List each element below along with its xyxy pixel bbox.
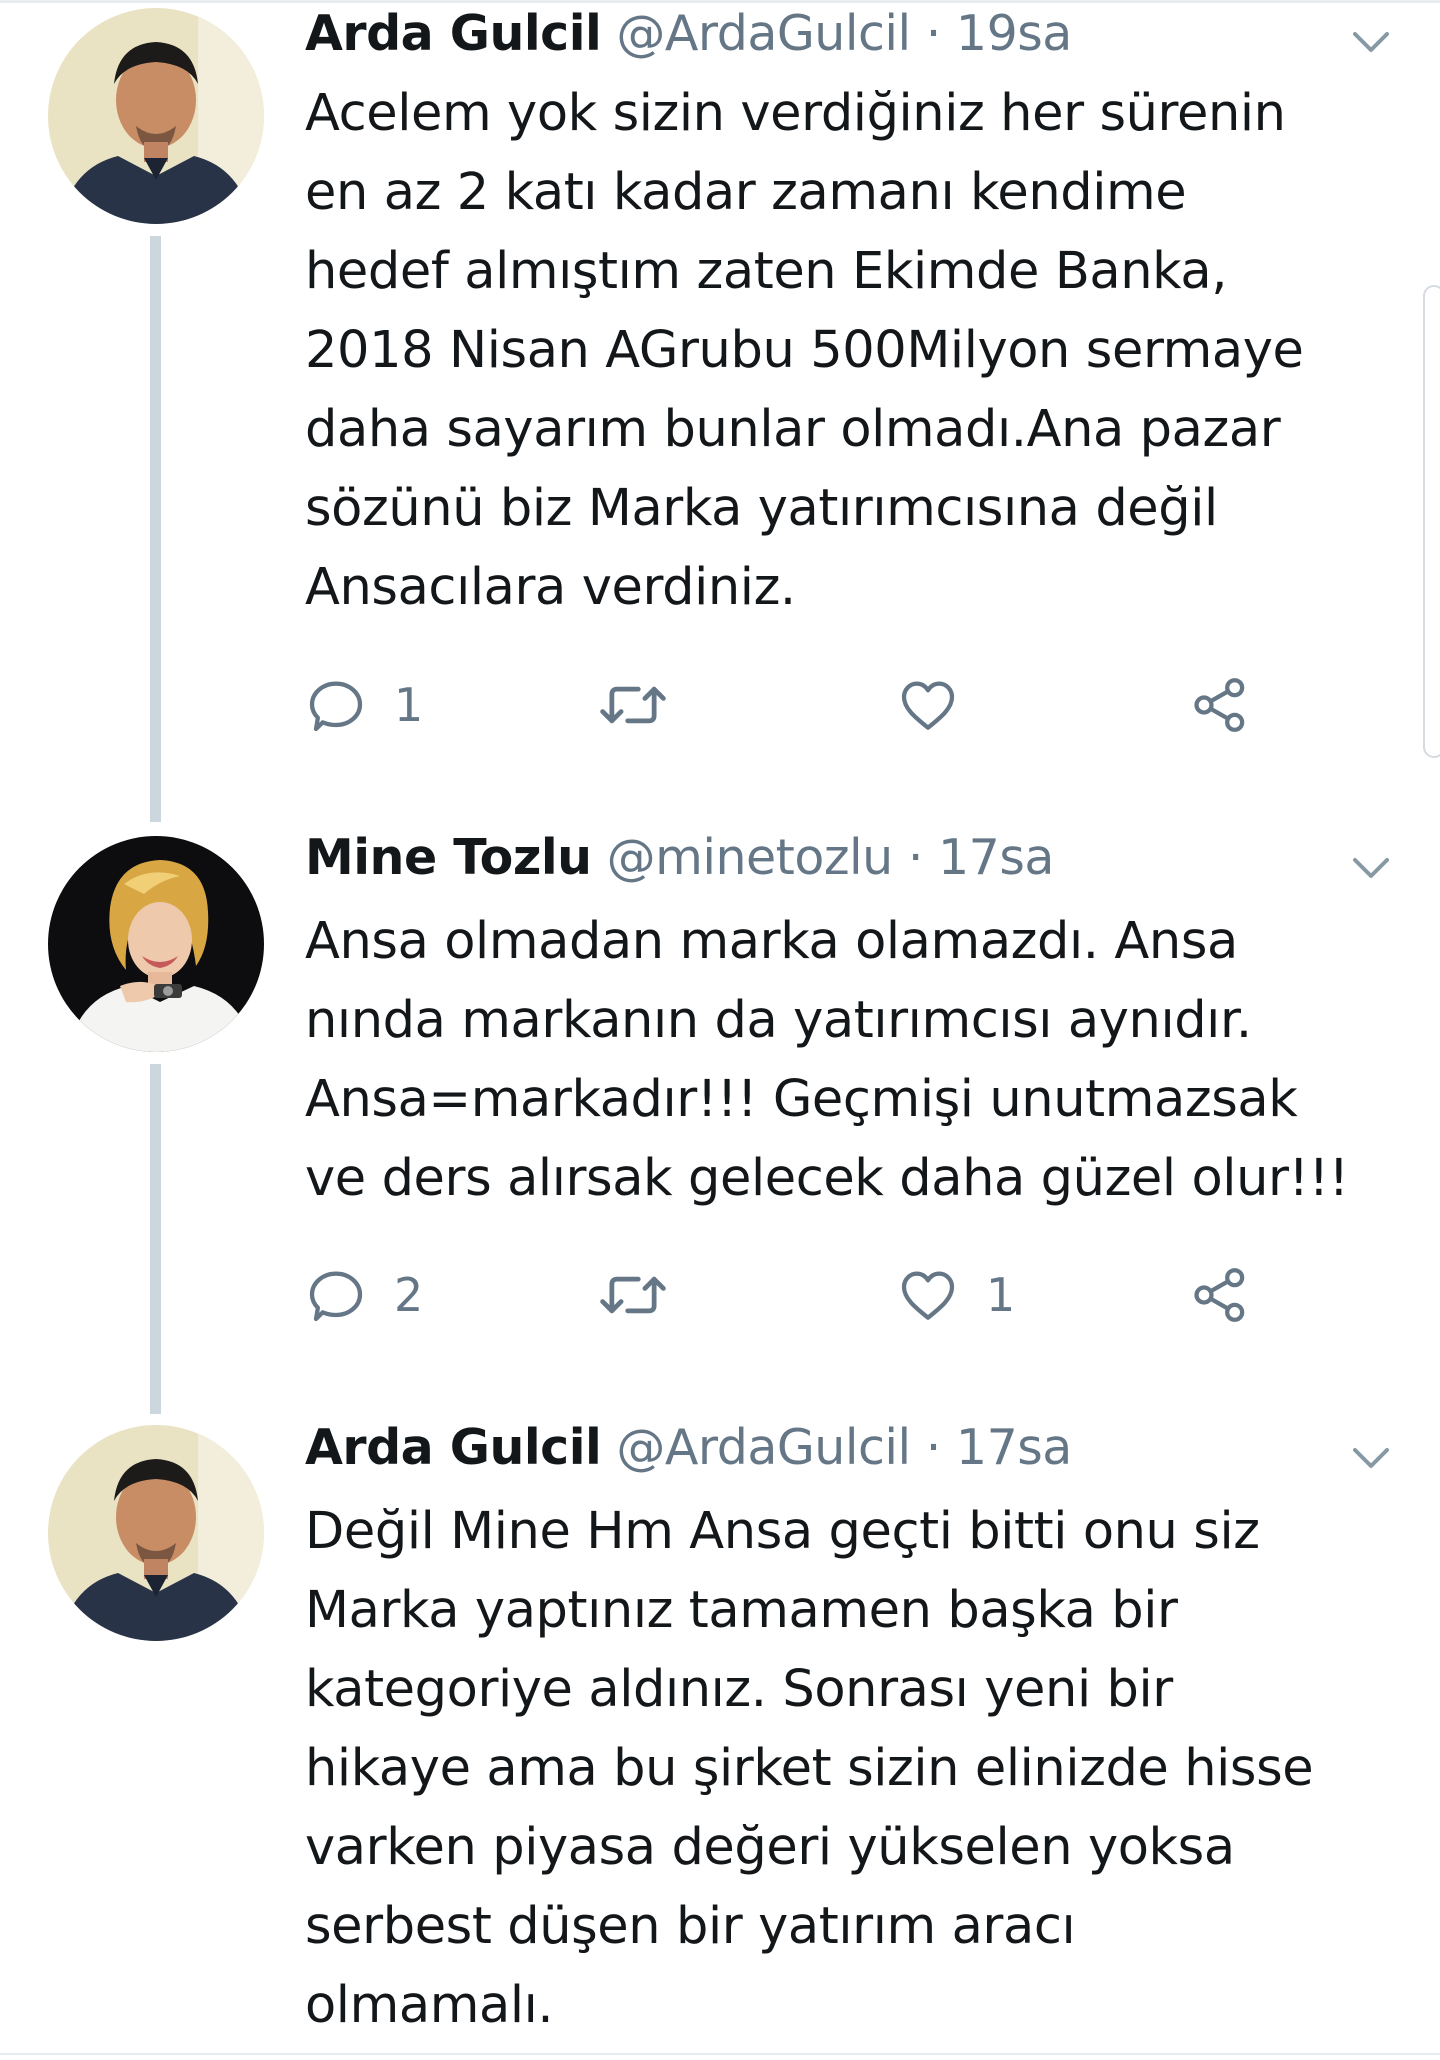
- like-count: 1: [986, 1268, 1016, 1322]
- tweet-text-line: hikaye ama bu şirket sizin elinizde hiss…: [305, 1739, 1314, 1798]
- retweet-icon: [600, 686, 666, 724]
- like-button[interactable]: [896, 670, 986, 740]
- more-options-button[interactable]: [1351, 28, 1391, 56]
- heart-icon: [901, 1271, 955, 1320]
- share-icon: [1194, 1268, 1245, 1322]
- tweet-text-line: daha sayarım bunlar olmadı.Ana pazar: [305, 400, 1281, 459]
- header-separator: ·: [925, 1419, 942, 1476]
- tweet-timestamp[interactable]: 17sa: [938, 829, 1054, 886]
- tweet-timestamp[interactable]: 19sa: [956, 5, 1072, 62]
- tweet-actions: 2 1: [0, 1260, 1440, 1330]
- tweet-text-line: Marka yaptınız tamamen başka bir: [305, 1581, 1178, 1640]
- avatar[interactable]: [48, 1425, 264, 1641]
- retweet-button[interactable]: [596, 1260, 696, 1330]
- reply-icon: [309, 681, 363, 732]
- author-name[interactable]: Arda Gulcil: [305, 5, 602, 62]
- retweet-icon: [600, 1276, 666, 1314]
- tweet-text-line: 2018 Nisan AGrubu 500Milyon sermaye: [305, 321, 1304, 380]
- avatar[interactable]: [48, 8, 264, 224]
- like-button[interactable]: 1: [896, 1260, 1015, 1330]
- bottom-divider: [0, 2053, 1440, 2055]
- heart-icon: [901, 681, 955, 730]
- author-handle[interactable]: @ArdaGulcil: [616, 1419, 911, 1476]
- tweet-text-line: olmamalı.: [305, 1976, 554, 2035]
- author-handle[interactable]: @minetozlu: [607, 829, 894, 886]
- share-button[interactable]: [1188, 1260, 1252, 1330]
- tweet-text-line: kategoriye aldınız. Sonrası yeni bir: [305, 1660, 1173, 1719]
- tweet-text-line: en az 2 katı kadar zamanı kendime: [305, 163, 1187, 222]
- tweet-text-line: Acelem yok sizin verdiğiniz her sürenin: [305, 84, 1286, 143]
- avatar-image: [48, 1425, 264, 1641]
- tweet-thread-page: Arda Gulcil @ArdaGulcil · 19sa Acelem yo…: [0, 0, 1440, 2060]
- reply-count: 2: [394, 1268, 424, 1322]
- reply-count: 1: [394, 678, 424, 732]
- tweet-text-line: Değil Mine Hm Ansa geçti bitti onu siz: [305, 1502, 1260, 1561]
- author-name[interactable]: Mine Tozlu: [305, 829, 592, 886]
- avatar-image: [48, 8, 264, 224]
- chevron-down-icon: [1353, 858, 1389, 878]
- tweet-text-line: Ansacılara verdiniz.: [305, 558, 796, 617]
- tweet-text: Değil Mine Hm Ansa geçti bitti onu siz M…: [305, 1492, 1415, 2045]
- more-options-button[interactable]: [1351, 854, 1391, 882]
- tweet-timestamp[interactable]: 17sa: [956, 1419, 1072, 1476]
- avatar[interactable]: [48, 836, 264, 1052]
- header-separator: ·: [925, 5, 942, 62]
- chevron-down-icon: [1353, 1448, 1389, 1468]
- avatar-image: [48, 836, 264, 1052]
- tweet-text-line: serbest düşen bir yatırım aracı: [305, 1897, 1076, 1956]
- tweet-text-line: sözünü biz Marka yatırımcısına değil: [305, 479, 1218, 538]
- retweet-button[interactable]: [596, 670, 696, 740]
- tweet-text-line: ve ders alırsak gelecek daha güzel olur!…: [305, 1149, 1349, 1208]
- reply-button[interactable]: 2: [304, 1260, 423, 1330]
- tweet-header: Mine Tozlu @minetozlu · 17sa: [305, 826, 1054, 890]
- reply-button[interactable]: 1: [304, 670, 423, 740]
- tweet-header: Arda Gulcil @ArdaGulcil · 17sa: [305, 1416, 1072, 1480]
- tweet-text-line: varken piyasa değeri yükselen yoksa: [305, 1818, 1235, 1877]
- share-icon: [1194, 678, 1245, 732]
- author-name[interactable]: Arda Gulcil: [305, 1419, 602, 1476]
- header-separator: ·: [907, 829, 924, 886]
- tweet-text: Ansa olmadan marka olamazdı. Ansa nında …: [305, 902, 1415, 1218]
- author-handle[interactable]: @ArdaGulcil: [616, 5, 911, 62]
- thread-connector-line: [150, 1064, 161, 1414]
- reply-icon: [309, 1271, 363, 1322]
- tweet-text-line: nında markanın da yatırımcısı aynıdır.: [305, 991, 1252, 1050]
- tweet-text-line: Ansa=markadır!!! Geçmişi unutmazsak: [305, 1070, 1298, 1129]
- tweet-actions: 1: [0, 670, 1440, 740]
- more-options-button[interactable]: [1351, 1444, 1391, 1472]
- tweet-header: Arda Gulcil @ArdaGulcil · 19sa: [305, 2, 1072, 66]
- tweet-text: Acelem yok sizin verdiğiniz her sürenin …: [305, 74, 1415, 627]
- share-button[interactable]: [1188, 670, 1252, 740]
- tweet-text-line: Ansa olmadan marka olamazdı. Ansa: [305, 912, 1238, 971]
- tweet-text-line: hedef almıştım zaten Ekimde Banka,: [305, 242, 1228, 301]
- chevron-down-icon: [1353, 32, 1389, 52]
